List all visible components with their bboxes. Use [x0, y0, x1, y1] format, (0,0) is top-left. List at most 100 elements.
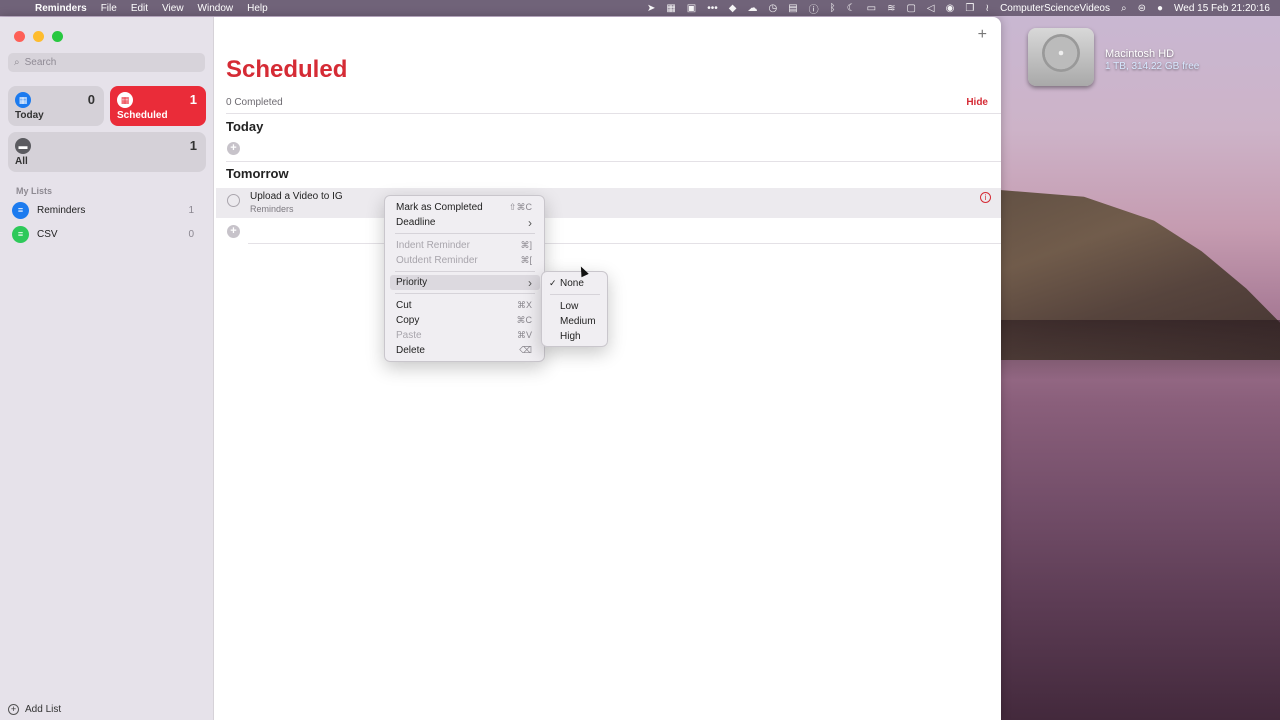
- menu-separator: [395, 293, 535, 294]
- reminder-row[interactable]: Upload a Video to IG Reminders i: [216, 188, 1001, 218]
- window-controls: [14, 31, 63, 42]
- macintosh-hd-icon[interactable]: [1028, 28, 1094, 86]
- scheduled-count: 1: [189, 92, 197, 107]
- menu-file[interactable]: File: [94, 3, 124, 14]
- record-icon[interactable]: ◉: [946, 3, 955, 14]
- chevron-right-icon: ›: [528, 215, 532, 230]
- smart-list-today[interactable]: ▦ 0 Today: [8, 86, 104, 126]
- priority-low[interactable]: Low: [547, 299, 603, 313]
- battery-icon[interactable]: ▭: [867, 3, 876, 14]
- checkmark-icon: ✓: [549, 277, 557, 288]
- camera-icon[interactable]: ▣: [687, 3, 696, 14]
- search-input[interactable]: [24, 57, 195, 68]
- drive-name[interactable]: Macintosh HD: [1105, 48, 1174, 60]
- time-machine-icon[interactable]: ◷: [768, 3, 777, 14]
- divider: [248, 243, 1001, 244]
- more-icon[interactable]: •••: [707, 3, 718, 14]
- app-status-icon[interactable]: ◆: [729, 3, 737, 14]
- smart-list-all[interactable]: ▬ 1 All: [8, 132, 206, 172]
- reminder-title[interactable]: Upload a Video to IG: [250, 191, 343, 202]
- info-icon[interactable]: ⓘ: [809, 1, 819, 16]
- menu-separator: [395, 233, 535, 234]
- minimize-button[interactable]: [33, 31, 44, 42]
- apps-icon[interactable]: ▦: [666, 3, 675, 14]
- add-today-icon[interactable]: +: [227, 142, 240, 155]
- zoom-button[interactable]: [52, 31, 63, 42]
- priority-label: High: [560, 330, 581, 342]
- reminders-window: ⌕ ▦ 0 Today ▦ 1 Scheduled ▬ 1 All My Lis…: [0, 17, 1001, 720]
- bluetooth-icon[interactable]: ᛒ: [830, 3, 836, 14]
- list-name: Reminders: [37, 204, 86, 216]
- priority-none[interactable]: ✓ None: [547, 276, 603, 290]
- info-icon[interactable]: i: [980, 192, 991, 203]
- menu-item-shortcut: ⌘]: [520, 240, 532, 250]
- list-name: CSV: [37, 228, 58, 240]
- menu-item-shortcut: ⌘X: [516, 300, 532, 310]
- add-list-label: Add List: [25, 704, 62, 715]
- menu-item-label: Mark as Completed: [396, 202, 483, 213]
- menu-item-mark-completed[interactable]: Mark as Completed ⇧⌘C: [390, 200, 540, 215]
- menu-window[interactable]: Window: [191, 3, 241, 14]
- volume-icon[interactable]: ◁: [927, 3, 935, 14]
- menu-item-label: Indent Reminder: [396, 240, 470, 251]
- activity-icon[interactable]: ≀: [985, 3, 989, 14]
- calendar-clock-icon: ▦: [117, 92, 133, 108]
- context-menu: Mark as Completed ⇧⌘C Deadline › Indent …: [384, 195, 545, 362]
- menu-bar: Reminders File Edit View Window Help ➤ ▦…: [0, 0, 1280, 16]
- menu-bar-user[interactable]: ComputerScienceVideos: [1000, 3, 1110, 14]
- add-reminder-button[interactable]: +: [978, 26, 987, 44]
- menu-help[interactable]: Help: [240, 3, 275, 14]
- list-count: 0: [188, 228, 194, 240]
- search-icon[interactable]: ⌕: [1121, 3, 1127, 14]
- priority-high[interactable]: High: [547, 329, 603, 343]
- close-button[interactable]: [14, 31, 25, 42]
- menu-view[interactable]: View: [155, 3, 191, 14]
- menu-item-label: Outdent Reminder: [396, 255, 478, 266]
- menu-item-deadline[interactable]: Deadline ›: [390, 215, 540, 230]
- main-content: + Scheduled 0 Completed Hide Today + Tom…: [214, 17, 1001, 720]
- plus-circle-icon: +: [8, 704, 19, 715]
- add-tomorrow-icon[interactable]: +: [227, 225, 240, 238]
- smart-list-scheduled[interactable]: ▦ 1 Scheduled: [110, 86, 206, 126]
- wallpaper-cliff-shadow: [1000, 320, 1280, 380]
- section-tomorrow: Tomorrow: [226, 166, 289, 181]
- hide-completed-button[interactable]: Hide: [966, 97, 988, 108]
- control-center-icon[interactable]: ⊜: [1138, 3, 1146, 14]
- moon-icon[interactable]: ☾: [847, 3, 856, 14]
- scheduled-label: Scheduled: [117, 110, 168, 121]
- menu-edit[interactable]: Edit: [124, 3, 155, 14]
- menu-item-indent: Indent Reminder ⌘]: [390, 238, 540, 253]
- menu-item-label: Delete: [396, 345, 425, 356]
- list-item-reminders[interactable]: ≡ Reminders 1: [12, 200, 202, 220]
- priority-submenu: ✓ None Low Medium High: [541, 271, 608, 347]
- cloud-icon[interactable]: ☁: [747, 3, 757, 14]
- siri-icon[interactable]: ●: [1157, 3, 1163, 14]
- location-icon[interactable]: ➤: [647, 3, 655, 14]
- add-list-button[interactable]: + Add List: [8, 704, 61, 715]
- menu-item-copy[interactable]: Copy ⌘C: [390, 313, 540, 328]
- complete-checkbox[interactable]: [227, 194, 240, 207]
- window-icon[interactable]: ❐: [965, 3, 974, 14]
- list-item-csv[interactable]: ≡ CSV 0: [12, 224, 202, 244]
- list-bullets-icon: ≡: [12, 225, 29, 243]
- chevron-right-icon: ›: [528, 275, 532, 290]
- section-today: Today: [226, 119, 264, 134]
- priority-medium[interactable]: Medium: [547, 314, 603, 328]
- priority-label: Medium: [560, 315, 596, 327]
- menu-item-delete[interactable]: Delete ⌫: [390, 343, 540, 358]
- menu-item-shortcut: ⌘[: [520, 255, 532, 265]
- menu-item-cut[interactable]: Cut ⌘X: [390, 298, 540, 313]
- all-label: All: [15, 156, 28, 167]
- drive-info: 1 TB, 314.22 GB free: [1105, 61, 1200, 72]
- menu-app-name[interactable]: Reminders: [28, 3, 94, 14]
- menu-separator: [395, 271, 535, 272]
- menu-bar-clock[interactable]: Wed 15 Feb 21:20:16: [1174, 3, 1270, 14]
- menu-item-paste: Paste ⌘V: [390, 328, 540, 343]
- screen-mirroring-icon[interactable]: ▢: [906, 3, 915, 14]
- menu-item-priority[interactable]: Priority ›: [390, 275, 540, 290]
- search-field[interactable]: ⌕: [8, 53, 205, 72]
- menu-item-shortcut: ⇧⌘C: [508, 202, 532, 212]
- display-icon[interactable]: ▤: [788, 3, 797, 14]
- wifi-icon[interactable]: ≋: [887, 3, 895, 14]
- menu-bar-status-area: ➤ ▦ ▣ ••• ◆ ☁ ◷ ▤ ⓘ ᛒ ☾ ▭ ≋ ▢ ◁ ◉ ❐ ≀ Co…: [647, 0, 1270, 16]
